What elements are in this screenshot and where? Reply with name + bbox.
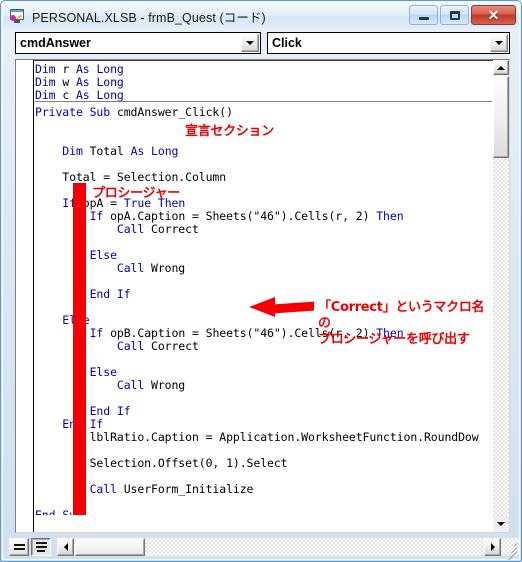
horizontal-scrollbar[interactable] [57, 538, 519, 561]
vertical-scrollbar-thumb[interactable] [493, 76, 509, 158]
code-line: Total = Selection.Column [62, 170, 227, 184]
procedure-combobox[interactable]: Click [267, 32, 510, 54]
maximize-button[interactable] [440, 5, 469, 25]
code-line: Call Wrong [116, 378, 186, 392]
procedure-range-marker [73, 183, 86, 515]
minimize-icon [418, 16, 429, 20]
chevron-down-icon [497, 522, 505, 526]
procedure-combobox-value: Click [272, 36, 302, 50]
code-line: Private Sub cmdAnswer_Click() [35, 105, 233, 119]
chevron-left-icon [63, 543, 68, 551]
close-icon: ✕ [487, 7, 500, 23]
object-combobox-value: cmdAnswer [20, 36, 91, 50]
annotation-declaration-section: 宣言セクション [185, 124, 274, 139]
horizontal-scrollbar-thumb[interactable] [75, 538, 145, 556]
code-line: Call Correct [116, 222, 199, 236]
declaration-procedure-divider [35, 101, 492, 102]
minimize-button[interactable] [409, 5, 438, 25]
code-line: Call UserForm_Initialize [89, 482, 254, 496]
code-line: End If [89, 404, 131, 418]
vba-code-window: PERSONAL.XLSB - frmB_Quest (コード) ✕ cmdAn… [0, 0, 522, 562]
code-pane-bottom-bar [3, 537, 519, 561]
code-line: Call Wrong [116, 261, 186, 275]
annotation-correct-macro: 「Correct」というマクロ名の プロシージャーを呼び出す [318, 300, 485, 347]
code-line: Dim Total As Long [62, 144, 179, 158]
vertical-scrollbar-track[interactable] [493, 158, 509, 516]
code-line: End Sub [35, 508, 83, 516]
close-button[interactable]: ✕ [471, 5, 516, 25]
code-pane-dropdowns: cmdAnswer Click [15, 32, 510, 54]
scroll-right-button[interactable] [484, 538, 501, 556]
window-controls: ✕ [409, 5, 516, 25]
vba-userform-icon [9, 8, 25, 24]
callout-arrow-icon [249, 297, 314, 317]
chevron-down-icon[interactable] [241, 34, 259, 52]
full-module-view-button[interactable] [31, 538, 51, 556]
code-text-surface[interactable]: Dim r As Long Dim w As Long Dim c As Long … [35, 60, 492, 515]
maximize-icon [449, 10, 460, 20]
procedure-view-icon [13, 544, 25, 546]
vertical-scrollbar[interactable] [493, 60, 509, 516]
title-bar[interactable]: PERSONAL.XLSB - frmB_Quest (コード) ✕ [3, 3, 519, 29]
chevron-up-icon [497, 65, 505, 70]
object-combobox[interactable]: cmdAnswer [15, 32, 261, 54]
full-module-view-icon [35, 542, 47, 544]
annotation-procedure: プロシージャー [92, 186, 180, 201]
window-title: PERSONAL.XLSB - frmB_Quest (コード) [32, 10, 266, 25]
resize-grip[interactable] [502, 538, 519, 561]
code-margin-indicator-bar[interactable] [16, 60, 34, 532]
chevron-right-icon [490, 543, 495, 551]
scroll-up-button[interactable] [493, 60, 509, 75]
procedure-view-button[interactable] [9, 538, 29, 556]
code-editor-pane[interactable]: Dim r As Long Dim w As Long Dim c As Long … [15, 59, 510, 533]
scroll-down-button[interactable] [493, 516, 509, 532]
scroll-left-button[interactable] [57, 538, 74, 556]
declaration-section[interactable]: Dim r As Long Dim w As Long Dim c As Long [35, 60, 492, 102]
code-line: lblRatio.Caption = Application.Worksheet… [89, 430, 479, 444]
code-line: Selection.Offset(0, 1).Select [89, 456, 288, 470]
chevron-down-icon[interactable] [490, 34, 508, 52]
